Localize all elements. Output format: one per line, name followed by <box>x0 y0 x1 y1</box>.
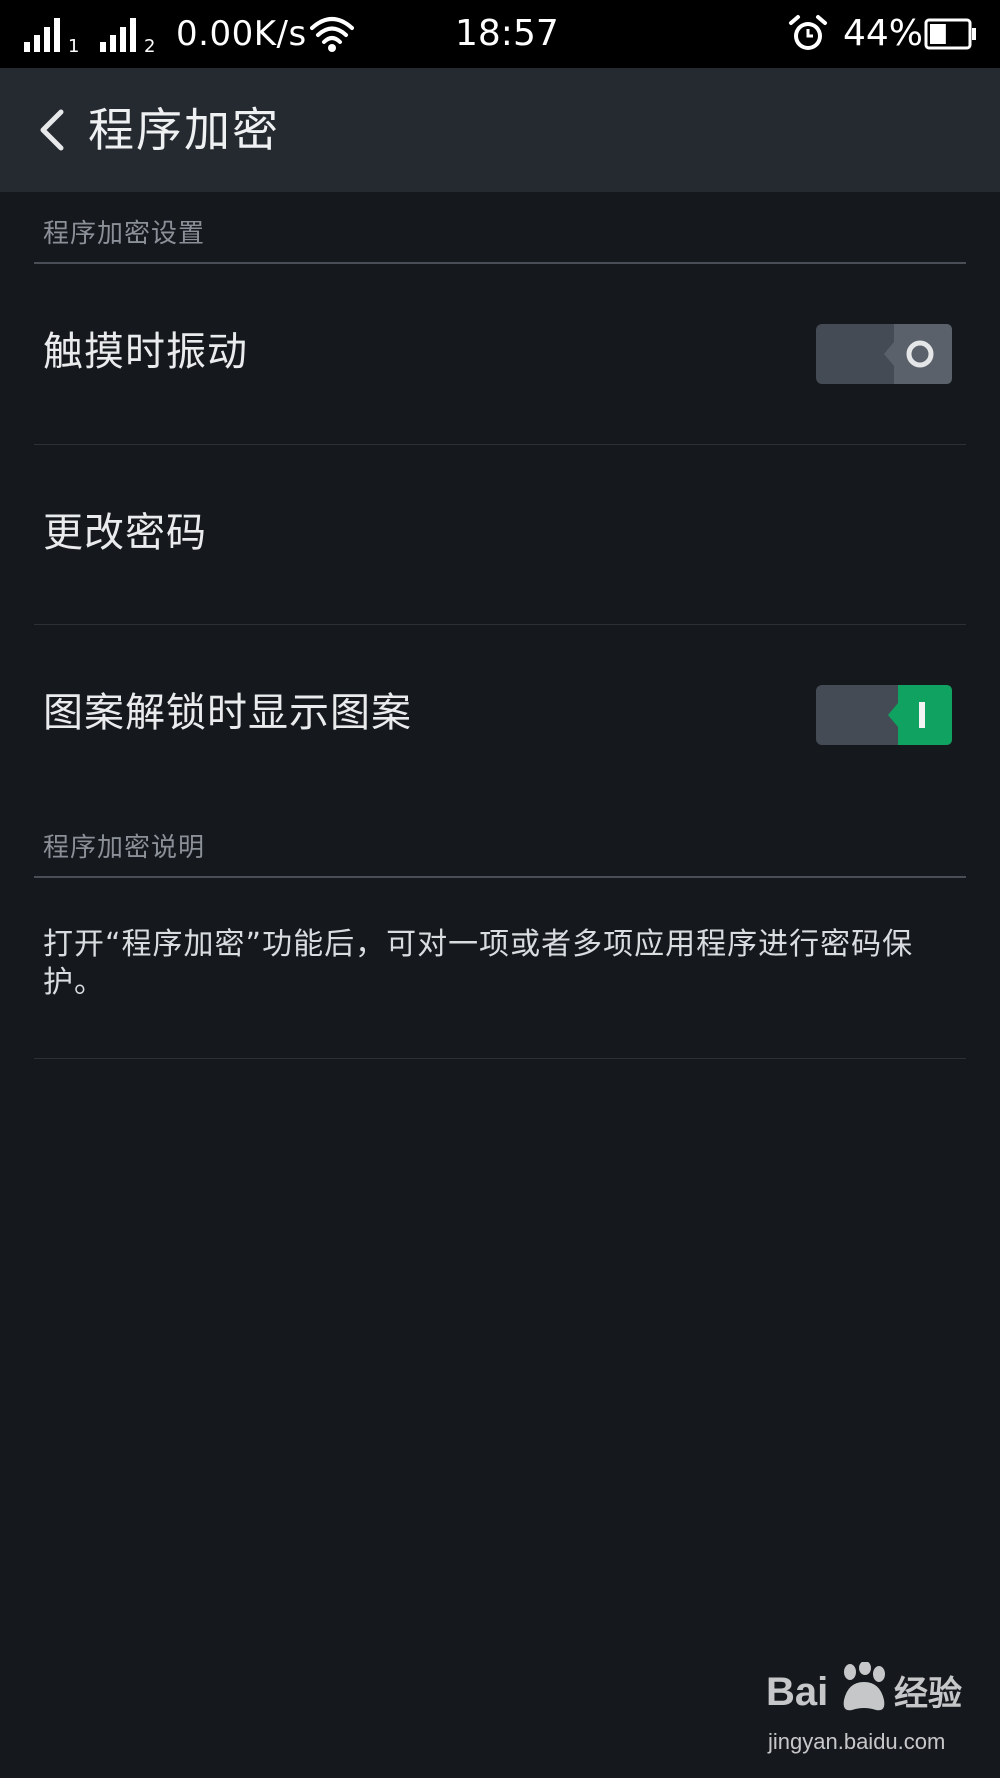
description-text: 打开“程序加密”功能后，可对一项或者多项应用程序进行密码保护。 <box>43 927 914 1000</box>
chevron-left-icon <box>40 109 64 151</box>
clock: 18:57 <box>455 13 559 54</box>
vibrate-toggle[interactable] <box>816 324 952 384</box>
sim1-label: 1 <box>68 36 79 54</box>
watermark-brand-cn: 经验 <box>894 1674 962 1714</box>
divider <box>34 1058 966 1059</box>
settings-item-label: 更改密码 <box>43 510 207 556</box>
app-header: 程序加密 <box>0 68 1000 192</box>
settings-item-label: 图案解锁时显示图案 <box>43 690 412 736</box>
wifi-icon <box>310 17 354 52</box>
alarm-icon <box>789 15 827 50</box>
section-title: 程序加密设置 <box>43 219 206 249</box>
paw-icon <box>843 1662 885 1711</box>
section-header-description: 程序加密说明 <box>34 806 966 878</box>
baidu-jingyan-watermark: Bai 经验 jingyan.baidu.com <box>766 1662 976 1768</box>
settings-item-change-password[interactable]: 更改密码 <box>34 445 966 625</box>
battery-percentage: 44% <box>843 13 924 54</box>
battery-icon <box>924 18 976 50</box>
signal-icon: 1 <box>24 18 79 54</box>
settings-item-show-pattern[interactable]: 图案解锁时显示图案 <box>34 625 966 790</box>
signal-icon: 2 <box>100 18 155 54</box>
settings-item-vibrate[interactable]: 触摸时振动 <box>34 264 966 445</box>
section-header-settings: 程序加密设置 <box>34 192 966 264</box>
settings-item-label: 触摸时振动 <box>43 329 248 375</box>
sim2-label: 2 <box>144 36 155 54</box>
watermark-url: jingyan.baidu.com <box>768 1729 946 1754</box>
back-button[interactable] <box>20 98 84 162</box>
section-title: 程序加密说明 <box>43 833 206 863</box>
watermark-brand: Bai <box>766 1670 829 1714</box>
status-bar: 1 2 0.00K/s 18:57 44% <box>0 0 1000 68</box>
network-speed: 0.00K/s <box>176 14 307 54</box>
show-pattern-toggle[interactable] <box>816 685 952 745</box>
page-title: 程序加密 <box>88 103 280 157</box>
